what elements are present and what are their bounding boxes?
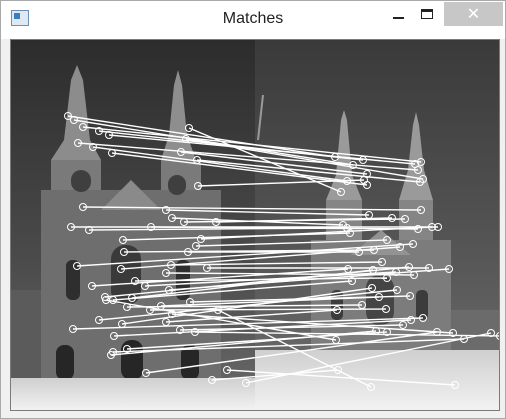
minimize-icon xyxy=(392,17,404,19)
maximize-icon xyxy=(421,9,433,19)
matches-window: Matches ✕ xyxy=(0,0,506,419)
right-photo xyxy=(255,40,499,410)
matches-image xyxy=(11,40,499,410)
close-button[interactable]: ✕ xyxy=(444,2,503,26)
minimize-button[interactable] xyxy=(383,2,413,26)
title-bar[interactable]: Matches ✕ xyxy=(1,1,505,39)
close-icon: ✕ xyxy=(466,6,481,23)
image-canvas xyxy=(10,39,500,411)
maximize-button[interactable] xyxy=(412,2,442,26)
